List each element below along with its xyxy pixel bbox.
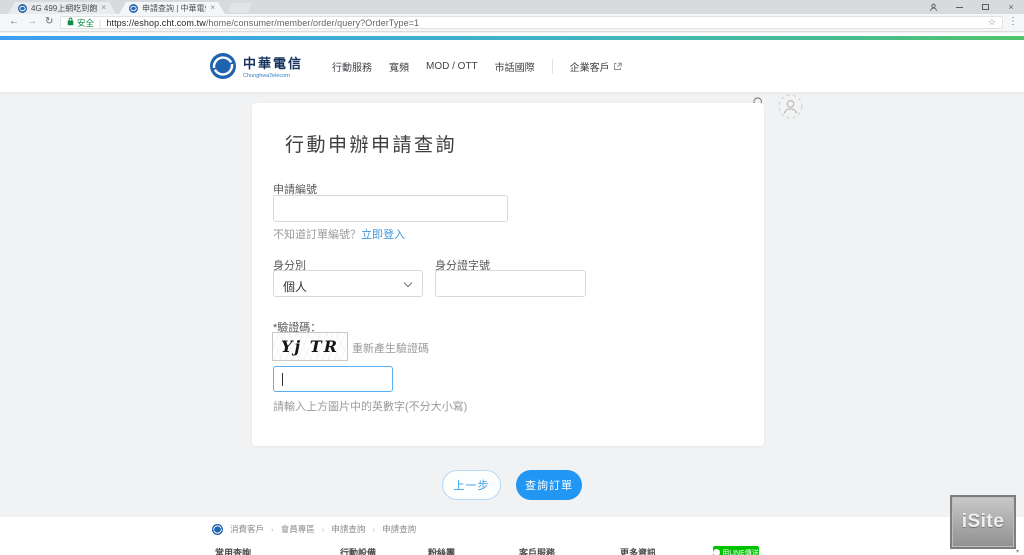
nav-item-broadband[interactable]: 寬頻 <box>389 59 409 74</box>
cht-logo[interactable]: 中華電信 ChunghwaTelecom <box>210 53 303 79</box>
cht-globe-icon <box>210 53 236 79</box>
footer-column-title[interactable]: 粉絲團 <box>428 546 455 555</box>
captcha-code: Yj TR <box>281 337 339 356</box>
query-order-button[interactable]: 查詢訂單 <box>516 470 582 500</box>
breadcrumb-item[interactable]: 會員專區 <box>281 523 315 535</box>
tab-close-icon[interactable]: × <box>210 4 215 12</box>
captcha-input[interactable] <box>273 366 393 392</box>
back-icon[interactable]: ← <box>9 16 19 27</box>
nav-item-mod-ott[interactable]: MOD / OTT <box>426 61 478 72</box>
secure-label: 安全 <box>77 17 94 29</box>
maximize-button[interactable] <box>972 4 998 10</box>
isite-caret-icon: ▾ <box>1016 548 1019 555</box>
breadcrumb-separator: › <box>372 525 375 534</box>
isite-watermark: iSite <box>950 495 1016 549</box>
breadcrumb-item[interactable]: 申請查詢 <box>382 523 416 535</box>
login-hint: 不知道訂單編號？立即登入 <box>273 226 405 242</box>
bookmark-star-icon[interactable]: ☆ <box>988 17 996 28</box>
captcha-helper: 請輸入上方圖片中的英數字(不分大小寫) <box>273 398 467 414</box>
tab-close-icon[interactable]: × <box>101 4 106 12</box>
breadcrumb-item[interactable]: 消費客戶 <box>230 523 264 535</box>
nav-item-mobile[interactable]: 行動服務 <box>332 59 372 74</box>
url-divider: | <box>99 18 101 28</box>
brand-subname: ChunghwaTelecom <box>243 73 303 79</box>
nav-item-enterprise[interactable]: 企業客戶 <box>570 59 622 74</box>
login-now-link[interactable]: 立即登入 <box>361 229 405 241</box>
line-icon <box>713 549 720 555</box>
footer-column-title[interactable]: 更多資訊 <box>620 546 656 555</box>
form-actions: 上一步 查詢訂單 <box>0 470 1024 500</box>
footer-column-title[interactable]: 行動設備 <box>340 546 376 555</box>
secure-lock-icon <box>67 17 74 28</box>
new-tab-button[interactable] <box>228 3 253 13</box>
browser-tab-1[interactable]: 4G 499上網吃到飽(母親 × <box>8 2 116 14</box>
text-cursor <box>282 373 283 386</box>
browser-window: 4G 499上網吃到飽(母親 × 申請查詢 | 中華電信數位 × × ← → ↻ <box>0 0 1024 555</box>
tab-title: 4G 499上網吃到飽(母親 <box>31 3 97 14</box>
order-number-input[interactable] <box>273 195 508 222</box>
breadcrumb-separator: › <box>322 525 325 534</box>
account-icon[interactable] <box>778 94 803 124</box>
id-number-input[interactable] <box>435 270 586 297</box>
captcha-refresh-link[interactable]: 重新產生驗證碼 <box>352 340 429 356</box>
browser-toolbar: ← → ↻ 安全 | https://eshop.cht.com.tw/home… <box>0 14 1024 32</box>
main-menu: 行動服務 寬頻 MOD / OTT 市話國際 企業客戶 <box>332 40 622 93</box>
nav-item-landline[interactable]: 市話國際 <box>495 59 535 74</box>
forward-icon[interactable]: → <box>27 16 37 27</box>
breadcrumb-item[interactable]: 申請查詢 <box>331 523 365 535</box>
external-link-icon <box>613 62 622 71</box>
captcha-image: Yj TR <box>272 332 348 361</box>
footer-column-title[interactable]: 客戶服務 <box>519 546 555 555</box>
menu-divider <box>552 59 553 74</box>
login-hint-text: 不知道訂單編號？ <box>273 229 361 241</box>
window-controls: × <box>920 0 1024 14</box>
browser-profile-icon[interactable] <box>920 3 946 12</box>
address-bar[interactable]: 安全 | https://eshop.cht.com.tw/home/consu… <box>60 16 1003 29</box>
close-window-button[interactable]: × <box>998 2 1024 12</box>
line-share-button[interactable]: 用LINE傳送 <box>713 546 759 555</box>
nav-item-enterprise-label: 企業客戶 <box>570 59 610 74</box>
isite-label: iSite <box>962 511 1005 533</box>
cht-globe-icon <box>212 524 223 535</box>
browser-tab-2[interactable]: 申請查詢 | 中華電信數位 × <box>119 2 225 14</box>
tab-title: 申請查詢 | 中華電信數位 <box>142 3 206 14</box>
tab-strip: 4G 499上網吃到飽(母親 × 申請查詢 | 中華電信數位 × × <box>0 0 1024 14</box>
identity-type-value: 個人 <box>283 278 307 295</box>
line-share-label: 用LINE傳送 <box>722 548 759 555</box>
site-navbar: 中華電信 ChunghwaTelecom 行動服務 寬頻 MOD / OTT 市… <box>0 40 1024 93</box>
browser-menu-icon[interactable]: ⋮ <box>1008 16 1018 27</box>
brand-name: 中華電信 <box>243 53 303 72</box>
url-host: https://eshop.cht.com.tw <box>106 18 205 28</box>
previous-step-button[interactable]: 上一步 <box>442 470 501 500</box>
minimize-button[interactable] <box>946 7 972 8</box>
cht-favicon <box>18 4 27 13</box>
chevron-down-icon <box>404 279 412 287</box>
breadcrumb-separator: › <box>271 525 274 534</box>
breadcrumb: 消費客戶 › 會員專區 › 申請查詢 › 申請查詢 <box>212 523 416 535</box>
footer-column-title[interactable]: 常用查詢 <box>215 546 251 555</box>
identity-type-select[interactable]: 個人 <box>273 270 423 297</box>
page-title: 行動申辦申請查詢 <box>285 130 457 157</box>
site-footer: 消費客戶 › 會員專區 › 申請查詢 › 申請查詢 常用查詢 行動設備 粉絲團 … <box>0 517 1024 555</box>
url-path: /home/consumer/member/order/query?OrderT… <box>206 18 419 28</box>
reload-icon[interactable]: ↻ <box>45 16 53 27</box>
cht-favicon <box>129 4 138 13</box>
